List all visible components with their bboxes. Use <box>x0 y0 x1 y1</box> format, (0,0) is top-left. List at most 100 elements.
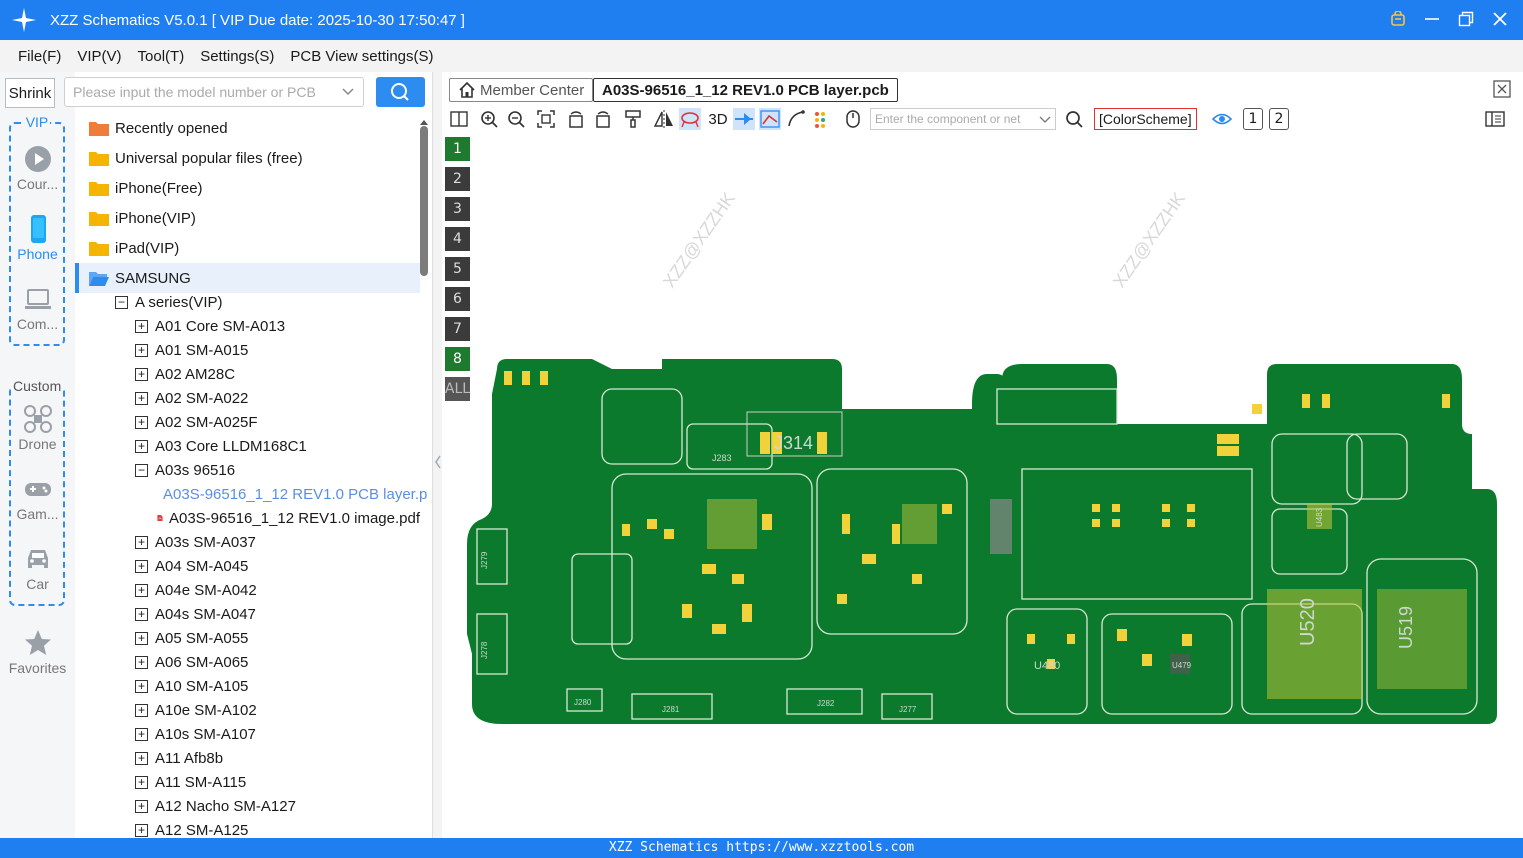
mouse-icon[interactable] <box>842 108 864 130</box>
tree-node-model[interactable]: + A04 SM-A045 <box>75 554 420 578</box>
expand-icon[interactable]: + <box>135 631 148 645</box>
rail-item-car[interactable]: Car <box>0 544 75 592</box>
expand-icon[interactable]: + <box>135 439 148 453</box>
tab-member-center[interactable]: Member Center <box>449 78 594 102</box>
menu-tool[interactable]: Tool(T) <box>138 48 185 65</box>
rail-item-phone[interactable]: Phone <box>0 214 75 262</box>
expand-icon[interactable]: + <box>135 679 148 693</box>
tree-node-model[interactable]: + A06 SM-A065 <box>75 650 420 674</box>
expand-icon[interactable]: + <box>135 727 148 741</box>
restore-button[interactable] <box>1455 8 1477 30</box>
split-view-icon[interactable] <box>448 108 470 130</box>
fit-view-icon[interactable] <box>535 108 557 130</box>
tree-node-model[interactable]: + A12 Nacho SM-A127 <box>75 794 420 818</box>
tree-folder-samsung[interactable]: SAMSUNG <box>75 263 420 293</box>
expand-icon[interactable]: + <box>135 823 148 837</box>
panel-splitter[interactable] <box>432 72 442 838</box>
expand-icon[interactable]: + <box>135 775 148 789</box>
rail-item-computer[interactable]: Com... <box>0 284 75 332</box>
tree-file-pcb[interactable]: A03S-96516_1_12 REV1.0 PCB layer.p <box>75 482 427 506</box>
tab-pcb-file[interactable]: A03S-96516_1_12 REV1.0 PCB layer.pcb <box>593 78 898 102</box>
rail-item-favorites[interactable]: Favorites <box>0 628 75 676</box>
view-1-button[interactable]: 1 <box>1243 108 1263 130</box>
close-button[interactable] <box>1489 8 1511 30</box>
panel-toggle-icon[interactable] <box>1484 108 1506 130</box>
expand-icon[interactable]: + <box>135 583 148 597</box>
expand-icon[interactable]: + <box>135 535 148 549</box>
tree-node-model[interactable]: + A02 SM-A022 <box>75 386 420 410</box>
zoom-in-icon[interactable] <box>478 108 500 130</box>
menu-vip[interactable]: VIP(V) <box>77 48 121 65</box>
expand-icon[interactable]: + <box>135 367 148 381</box>
3d-view-button[interactable]: 3D <box>705 108 731 130</box>
menu-settings[interactable]: Settings(S) <box>200 48 274 65</box>
tree-folder-recently-opened[interactable]: Recently opened <box>75 113 420 143</box>
tree-file-pdf[interactable]: A03S-96516_1_12 REV1.0 image.pdf <box>75 506 420 530</box>
color-scheme-button[interactable]: [ColorScheme] <box>1094 108 1197 130</box>
eye-icon[interactable] <box>1211 108 1233 130</box>
expand-icon[interactable]: + <box>135 655 148 669</box>
minimize-button[interactable] <box>1421 8 1443 30</box>
tree-node-model[interactable]: + A12 SM-A125 <box>75 818 420 838</box>
component-dots-icon[interactable] <box>811 108 833 130</box>
view-2-button[interactable]: 2 <box>1269 108 1289 130</box>
tree-node-model[interactable]: + A02 SM-A025F <box>75 410 420 434</box>
tree-scrollbar[interactable] <box>419 118 429 838</box>
paint-brush-icon[interactable] <box>622 108 644 130</box>
trace-icon[interactable] <box>759 108 781 130</box>
expand-icon[interactable]: + <box>135 799 148 813</box>
measure-icon[interactable] <box>785 108 807 130</box>
tree-node-model[interactable]: + A10s SM-A107 <box>75 722 420 746</box>
tree-node-model[interactable]: + A03 Core LLDM168C1 <box>75 434 420 458</box>
tree-node-a-series[interactable]: − A series(VIP) <box>75 290 420 314</box>
scroll-up-icon[interactable] <box>419 118 429 126</box>
tree-folder-ipad-vip[interactable]: iPad(VIP) <box>75 233 420 263</box>
expand-icon[interactable]: + <box>135 343 148 357</box>
expand-icon[interactable]: + <box>135 415 148 429</box>
tree-folder-universal[interactable]: Universal popular files (free) <box>75 143 420 173</box>
expand-icon[interactable]: + <box>135 391 148 405</box>
component-search-input[interactable]: Enter the component or net <box>870 108 1056 130</box>
tree-node-model[interactable]: + A01 Core SM-A013 <box>75 314 420 338</box>
tree-node-model[interactable]: + A05 SM-A055 <box>75 626 420 650</box>
menu-file[interactable]: File(F) <box>18 48 61 65</box>
tree-folder-iphone-vip[interactable]: iPhone(VIP) <box>75 203 420 233</box>
rotate-right-icon[interactable] <box>592 108 614 130</box>
expand-icon[interactable]: + <box>135 607 148 621</box>
expand-icon[interactable]: + <box>135 751 148 765</box>
mirror-icon[interactable] <box>653 108 675 130</box>
chevron-down-icon[interactable] <box>1039 113 1051 125</box>
pcb-canvas[interactable]: XZZ@XZZHK XZZ@XZZHK XZZ@XZZHK XZZ@XZZHK <box>442 134 1523 838</box>
tree-node-model[interactable]: + A02 AM28C <box>75 362 420 386</box>
zoom-out-icon[interactable] <box>505 108 527 130</box>
net-highlight-icon[interactable] <box>733 108 755 130</box>
collapse-icon[interactable]: − <box>135 463 148 477</box>
rail-item-drone[interactable]: Drone <box>0 404 75 452</box>
tree-node-model[interactable]: + A03s SM-A037 <box>75 530 420 554</box>
shrink-button[interactable]: Shrink <box>5 78 55 108</box>
chevron-down-icon[interactable] <box>341 84 355 98</box>
shopping-bag-icon[interactable] <box>1387 8 1409 30</box>
expand-icon[interactable]: + <box>135 559 148 573</box>
tree-folder-iphone-free[interactable]: iPhone(Free) <box>75 173 420 203</box>
tree-node-model[interactable]: + A04s SM-A047 <box>75 602 420 626</box>
probe-icon[interactable] <box>679 108 701 130</box>
scrollbar-thumb[interactable] <box>420 126 428 276</box>
rail-item-courses[interactable]: Cour... <box>0 144 75 192</box>
expand-icon[interactable]: + <box>135 319 148 333</box>
tree-node-model[interactable]: + A01 SM-A015 <box>75 338 420 362</box>
tree-node-model[interactable]: + A11 Afb8b <box>75 746 420 770</box>
search-icon[interactable] <box>1063 108 1085 130</box>
rail-item-gaming[interactable]: Gam... <box>0 474 75 522</box>
model-search-input[interactable]: Please input the model number or PCB <box>64 77 364 107</box>
expand-icon[interactable]: + <box>135 703 148 717</box>
tree-node-a03s-96516[interactable]: − A03s 96516 <box>75 458 420 482</box>
tree-node-model[interactable]: + A11 SM-A115 <box>75 770 420 794</box>
tree-node-model[interactable]: + A10 SM-A105 <box>75 674 420 698</box>
search-button[interactable] <box>376 77 425 107</box>
close-tab-icon[interactable] <box>1493 80 1511 98</box>
tree-node-model[interactable]: + A10e SM-A102 <box>75 698 420 722</box>
tree-node-model[interactable]: + A04e SM-A042 <box>75 578 420 602</box>
collapse-icon[interactable]: − <box>115 295 128 309</box>
menu-pcb-view-settings[interactable]: PCB View settings(S) <box>290 48 433 65</box>
